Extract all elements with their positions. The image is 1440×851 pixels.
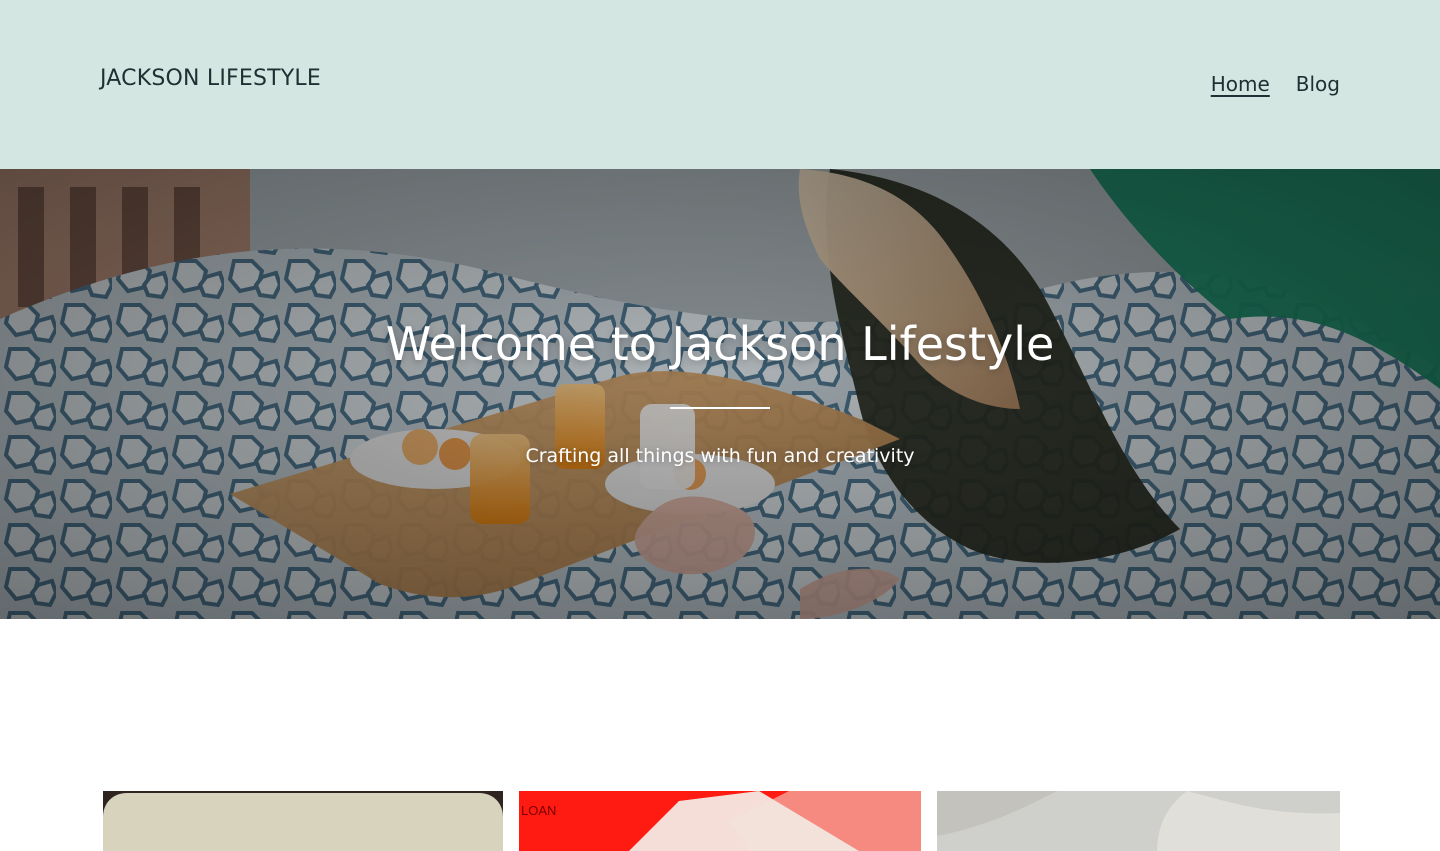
posts-section: LOAN <box>0 619 1440 851</box>
post-card-2-image-text: LOAN <box>521 803 556 818</box>
post-card-2[interactable]: LOAN <box>519 791 921 851</box>
hero-divider <box>670 407 770 409</box>
nav-home-link[interactable]: Home <box>1211 72 1270 96</box>
post-card-1[interactable] <box>103 791 503 851</box>
hero-subtitle: Crafting all things with fun and creativ… <box>525 445 915 467</box>
post-card-1-image <box>103 791 503 851</box>
post-card-3[interactable] <box>937 791 1340 851</box>
hero-banner: Welcome to Jackson Lifestyle Crafting al… <box>0 169 1440 619</box>
hero-title: Welcome to Jackson Lifestyle <box>385 317 1055 371</box>
nav-blog-link[interactable]: Blog <box>1296 72 1340 96</box>
post-card-3-image <box>937 791 1340 851</box>
main-navigation: Home Blog <box>1211 72 1340 96</box>
site-title-link[interactable]: JACKSON LIFESTYLE <box>100 66 321 91</box>
site-header: JACKSON LIFESTYLE Home Blog <box>0 0 1440 169</box>
hero-background-image <box>0 169 1440 619</box>
post-card-2-image: LOAN <box>519 791 921 851</box>
